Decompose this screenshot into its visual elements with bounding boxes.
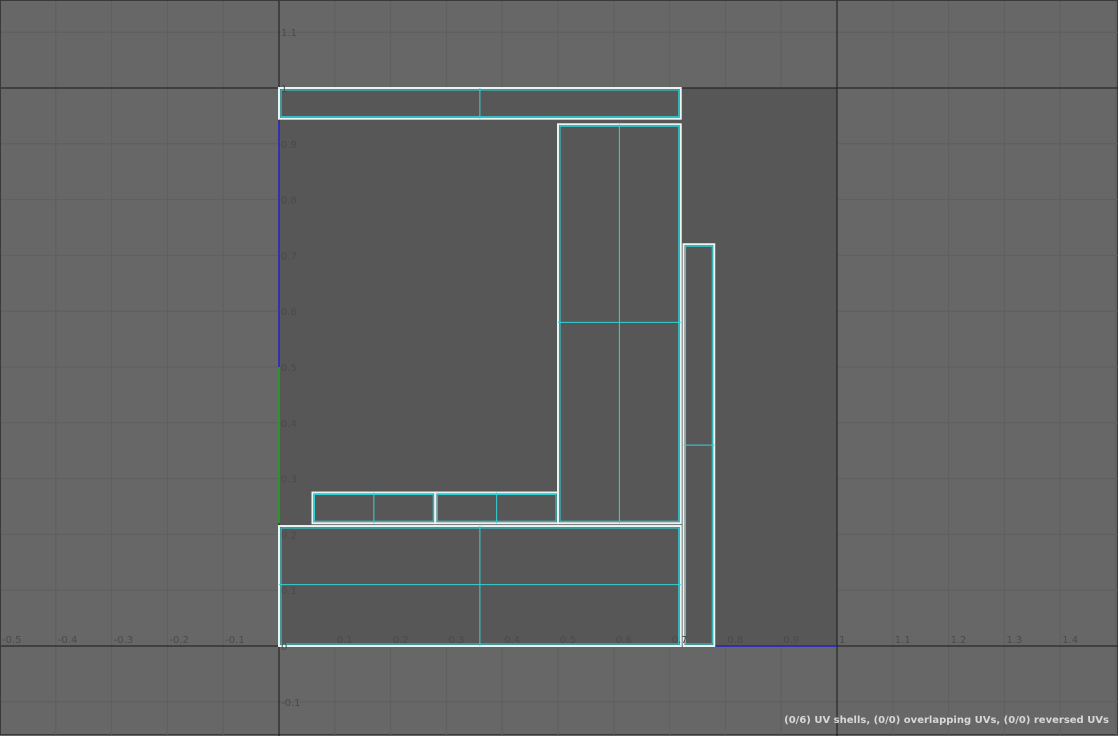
u-tick-label: 0.9 — [783, 635, 799, 646]
u-tick-label: 0.1 — [337, 635, 353, 646]
v-tick-label: 1.1 — [281, 28, 297, 39]
u-tick-label: 0.6 — [616, 635, 632, 646]
v-tick-label: 1 — [281, 84, 287, 95]
uv-editor-viewport[interactable]: -0.5 -0.4 -0.3 -0.2 -0.1 0.1 0.2 0.3 0.4 0.5 0.6 0.… — [0, 0, 1118, 736]
v-tick-label: 0.6 — [281, 307, 297, 318]
v-tick-label: 0.8 — [281, 196, 297, 207]
v-tick-label: 0.3 — [281, 475, 297, 486]
u-tick-label: 1.3 — [1006, 635, 1022, 646]
v-tick-label: 0.5 — [281, 363, 297, 374]
u-tick-label: -0.2 — [169, 635, 189, 646]
u-tick-label: 1.2 — [951, 635, 967, 646]
u-tick-label: 1.1 — [895, 635, 911, 646]
v-tick-label: -0.1 — [281, 698, 301, 709]
u-tick-label: 0.5 — [560, 635, 576, 646]
u-tick-label: -0.5 — [2, 635, 22, 646]
u-tick-label: 0.3 — [448, 635, 464, 646]
u-tick-label: 0.2 — [393, 635, 409, 646]
v-tick-label: 0.4 — [281, 419, 297, 430]
v-tick-label: 0.9 — [281, 140, 297, 151]
uv-grid-canvas[interactable]: -0.5 -0.4 -0.3 -0.2 -0.1 0.1 0.2 0.3 0.4 0.5 0.6 0.… — [1, 1, 1118, 736]
u-tick-label: 1 — [839, 635, 845, 646]
u-tick-label: -0.4 — [58, 635, 78, 646]
u-tick-label: 0.7 — [672, 635, 688, 646]
u-tick-label: -0.3 — [114, 635, 134, 646]
v-tick-label: 0 — [281, 642, 287, 653]
v-tick-label: 0.2 — [281, 530, 297, 541]
v-tick-label: 0.7 — [281, 251, 297, 262]
u-tick-label: -0.1 — [225, 635, 245, 646]
u-tick-label: 1.4 — [1062, 635, 1078, 646]
uv-status-readout: (0/6) UV shells, (0/0) overlapping UVs, … — [784, 715, 1109, 726]
u-tick-label: 0.4 — [504, 635, 520, 646]
v-tick-label: 0.1 — [281, 586, 297, 597]
u-tick-label: 0.8 — [727, 635, 743, 646]
